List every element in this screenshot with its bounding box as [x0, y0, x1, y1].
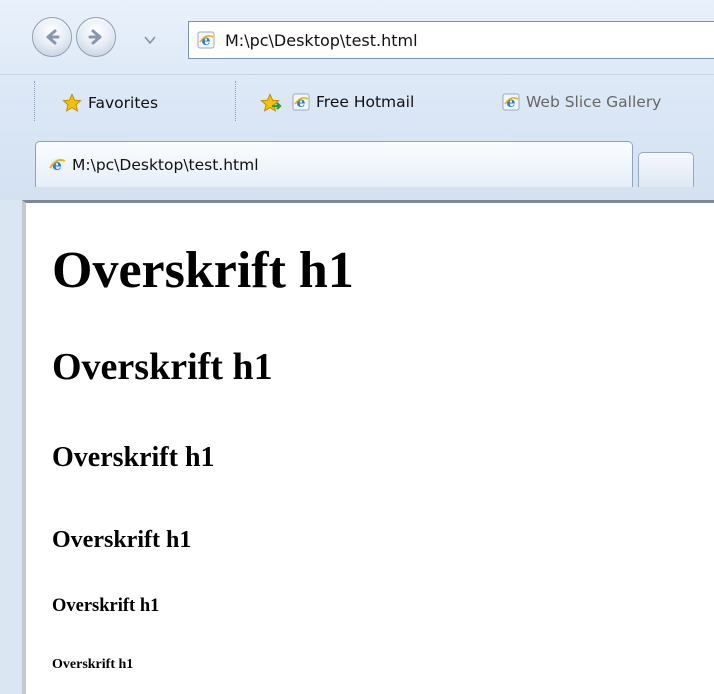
new-tab-button[interactable] [638, 152, 694, 187]
star-icon [62, 93, 82, 112]
add-to-favorites-icon [260, 93, 282, 112]
forward-button[interactable] [76, 17, 116, 57]
heading-level-3: Overskrift h1 [52, 442, 215, 473]
heading-level-5: Overskrift h1 [52, 596, 160, 616]
address-bar[interactable]: e M:\pc\Desktop\test.html [188, 21, 714, 59]
web-slice-gallery-link[interactable]: e Web Slice Gallery [502, 93, 661, 111]
tab-bar: e M:\pc\Desktop\test.html [0, 136, 714, 200]
forward-arrow-icon [88, 29, 102, 45]
svg-text:e: e [52, 156, 62, 174]
favorites-bar: Favorites e Free Hotmail e Web Slice Gal… [0, 74, 714, 137]
favorites-button[interactable]: Favorites [62, 93, 158, 113]
heading-level-1: Overskrift h1 [52, 242, 354, 299]
favorites-label: Favorites [88, 94, 159, 112]
heading-level-6: Overskrift h1 [52, 657, 134, 672]
heading-level-2: Overskrift h1 [52, 346, 273, 388]
ie-logo-icon: e [502, 93, 520, 111]
add-to-favorites-button[interactable] [260, 93, 282, 113]
page-content: Overskrift h1 Overskrift h1 Overskrift h… [22, 200, 714, 694]
toolbar-grip[interactable] [235, 81, 238, 121]
ie-logo-icon: e [292, 93, 310, 111]
navigation-bar: e M:\pc\Desktop\test.html [0, 0, 714, 74]
free-hotmail-link[interactable]: e Free Hotmail [292, 93, 414, 111]
ie-logo-icon: e [49, 156, 66, 174]
free-hotmail-label: Free Hotmail [316, 93, 415, 111]
tab-current-page[interactable]: e M:\pc\Desktop\test.html [35, 141, 633, 187]
browser-chrome: e M:\pc\Desktop\test.html Favorites e Fr… [0, 0, 714, 200]
toolbar-grip[interactable] [34, 81, 37, 121]
web-slice-gallery-label: Web Slice Gallery [526, 93, 662, 111]
recent-pages-dropdown-icon[interactable] [143, 33, 157, 47]
heading-level-4: Overskrift h1 [52, 527, 192, 553]
tab-title: M:\pc\Desktop\test.html [72, 155, 259, 174]
address-text[interactable]: M:\pc\Desktop\test.html [225, 31, 418, 50]
back-button[interactable] [32, 17, 72, 57]
back-arrow-icon [46, 29, 60, 45]
ie-logo-icon: e [197, 31, 215, 49]
